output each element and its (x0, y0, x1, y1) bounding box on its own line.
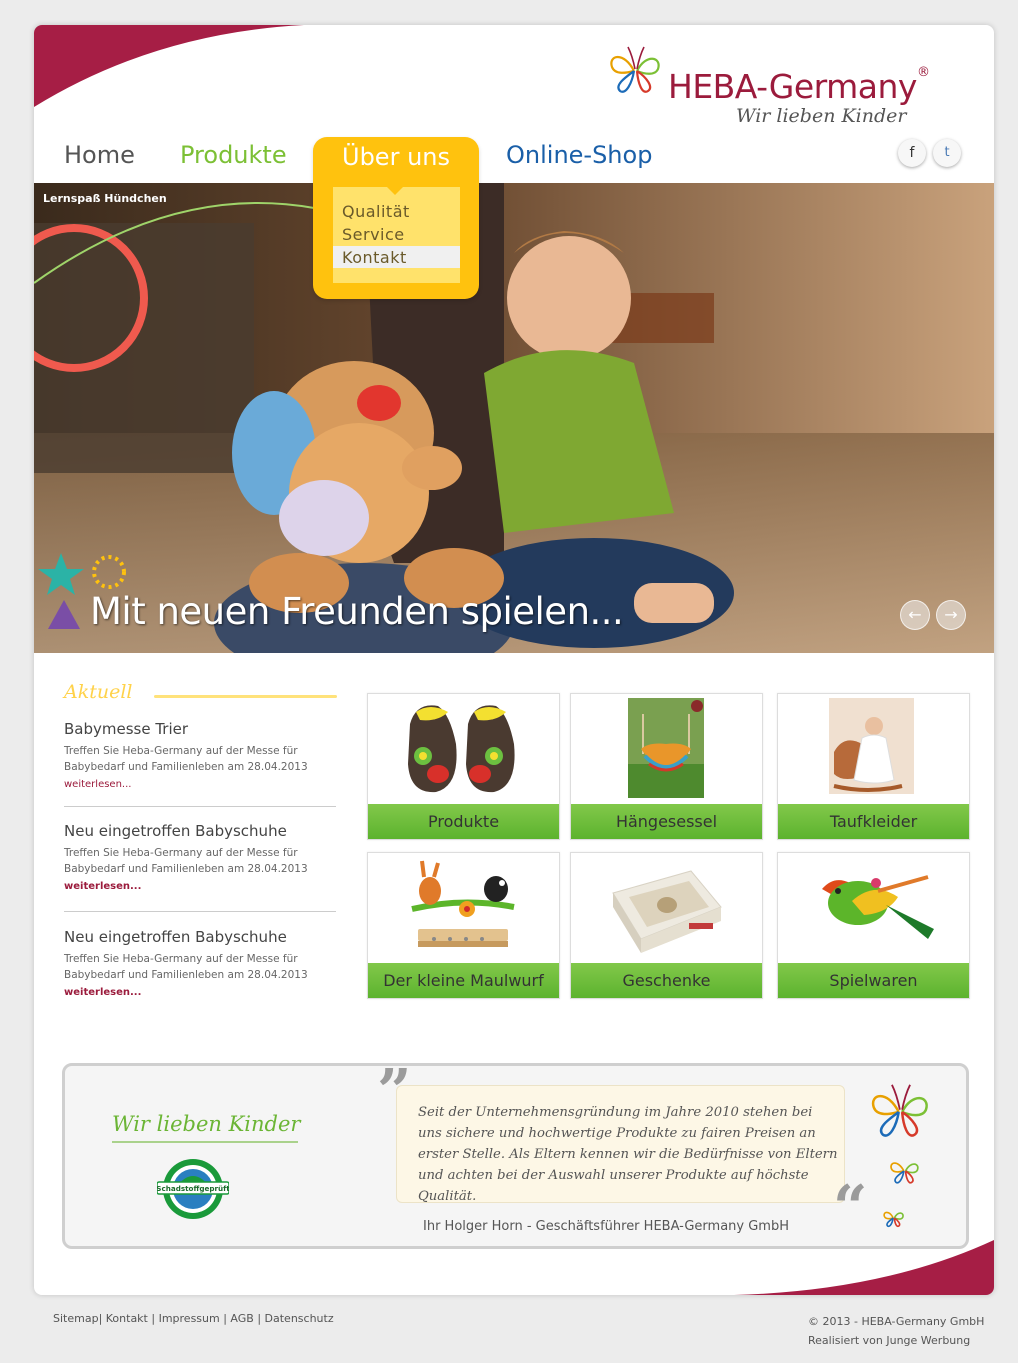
butterfly-icon (871, 1084, 928, 1137)
news-title[interactable]: Babymesse Trier (64, 720, 336, 738)
news-title[interactable]: Neu eingetroffen Babyschuhe (64, 928, 336, 946)
tile-taufkleider[interactable]: Taufkleider (777, 693, 970, 840)
tile-label: Geschenke (571, 963, 762, 998)
main-nav: Home Produkte Online-Shop (34, 135, 994, 185)
nav-home[interactable]: Home (64, 141, 135, 169)
footer-links: Sitemap| Kontakt | Impressum | AGB | Dat… (53, 1312, 334, 1325)
nav-online-shop[interactable]: Online-Shop (506, 141, 652, 169)
footer-link-sitemap[interactable]: Sitemap (53, 1312, 99, 1325)
logo[interactable]: HEBA-Germany® Wir lieben Kinder (606, 41, 966, 131)
logo-tagline: Wir lieben Kinder (736, 105, 907, 127)
news-title[interactable]: Neu eingetroffen Babyschuhe (64, 822, 336, 840)
hero-slider: Lernspaß Hündchen Mit neuen Freunden spi… (34, 183, 994, 653)
tile-spielwaren[interactable]: Spielwaren (777, 852, 970, 999)
footer-link-agb[interactable]: AGB (230, 1312, 253, 1325)
nav-ueber-uns-dropdown[interactable]: Über uns Qualität Service Kontakt (313, 137, 479, 299)
butterfly-icon-tiny (883, 1211, 904, 1228)
top-left-swoosh (34, 25, 304, 107)
wooden-bird-toy-image (822, 875, 934, 939)
footer-link-kontakt[interactable]: Kontakt (106, 1312, 148, 1325)
quote-text: Seit der Unternehmensgründung im Jahre 2… (418, 1105, 838, 1204)
quote-box-title-underline (112, 1141, 298, 1143)
page-container: HEBA-Germany® Wir lieben Kinder Home Pro… (34, 25, 994, 1295)
baby-shoes-image (408, 705, 515, 793)
news-item: Neu eingetroffen Babyschuhe Treffen Sie … (64, 822, 336, 892)
dropdown-item-kontakt[interactable]: Kontakt (342, 248, 407, 267)
tile-label: Hängesessel (571, 804, 762, 839)
read-more-link[interactable]: weiterlesen... (64, 987, 336, 998)
quote-author: Ihr Holger Horn - Geschäftsführer HEBA-G… (423, 1219, 789, 1234)
news-heading: Aktuell (64, 681, 133, 703)
footer-link-datenschutz[interactable]: Datenschutz (265, 1312, 334, 1325)
hero-headline: Mit neuen Freunden spielen... (90, 590, 624, 633)
nav-ueber-uns[interactable]: Über uns (342, 143, 450, 171)
tile-geschenke[interactable]: Geschenke (570, 852, 763, 999)
hanging-chair-image (628, 698, 704, 798)
tile-label: Der kleine Maulwurf (368, 963, 559, 998)
hero-next-button[interactable]: → (936, 600, 966, 630)
news-item: Neu eingetroffen Babyschuhe Treffen Sie … (64, 928, 336, 998)
hero-prev-button[interactable]: ← (900, 600, 930, 630)
footer-credit[interactable]: Realisiert von Junge Werbung (808, 1331, 984, 1350)
quote-close-icon: “ (833, 1173, 868, 1243)
news-divider (64, 911, 336, 912)
tile-label: Spielwaren (778, 963, 969, 998)
tile-haengesessel[interactable]: Hängesessel (570, 693, 763, 840)
tile-der-kleine-maulwurf[interactable]: Der kleine Maulwurf (367, 852, 560, 999)
quote-box-title: Wir lieben Kinder (112, 1112, 301, 1136)
dropdown-arrow (383, 183, 407, 195)
nav-produkte[interactable]: Produkte (180, 141, 287, 169)
news-text: Treffen Sie Heba-Germany auf der Messe f… (64, 847, 308, 875)
read-more-link[interactable]: weiterlesen... (64, 881, 336, 892)
christening-dress-image (829, 698, 914, 794)
schadstoffgeprueft-badge: Schadstoffgeprüft (157, 1159, 229, 1219)
hero-image (34, 183, 994, 653)
butterfly-icon-small (890, 1162, 919, 1184)
quote-bubble: Seit der Unternehmensgründung im Jahre 2… (396, 1085, 845, 1204)
news-item: Babymesse Trier Treffen Sie Heba-Germany… (64, 720, 336, 790)
gift-box-image (612, 870, 722, 953)
dropdown-item-service[interactable]: Service (342, 225, 405, 244)
footer-copyright-block: © 2013 - HEBA-Germany GmbH Realisiert vo… (808, 1312, 984, 1350)
badge-label: Schadstoffgeprüft (157, 1184, 229, 1193)
dropdown-item-qualitaet[interactable]: Qualität (342, 202, 410, 221)
news-divider (64, 806, 336, 807)
tile-label: Taufkleider (778, 804, 969, 839)
logo-name: HEBA-Germany® (668, 65, 930, 106)
mole-coat-rack-image (411, 860, 515, 947)
news-text: Treffen Sie Heba-Germany auf der Messe f… (64, 745, 308, 773)
butterfly-logo-icon (610, 46, 660, 93)
facebook-button[interactable]: f (898, 139, 926, 167)
read-more-link[interactable]: weiterlesen... (64, 779, 336, 790)
about-quote-box: Wir lieben Kinder Schadstoffgeprüft ” Se… (62, 1062, 969, 1249)
footer-link-impressum[interactable]: Impressum (159, 1312, 220, 1325)
news-text: Treffen Sie Heba-Germany auf der Messe f… (64, 953, 308, 981)
footer-copyright: © 2013 - HEBA-Germany GmbH (808, 1315, 985, 1328)
hero-caption: Lernspaß Hündchen (43, 192, 167, 205)
tile-produkte[interactable]: Produkte (367, 693, 560, 840)
news-heading-divider (154, 695, 337, 698)
dropdown-panel: Qualität Service Kontakt (333, 187, 460, 283)
twitter-button[interactable]: t (933, 139, 961, 167)
tile-label: Produkte (368, 804, 559, 839)
